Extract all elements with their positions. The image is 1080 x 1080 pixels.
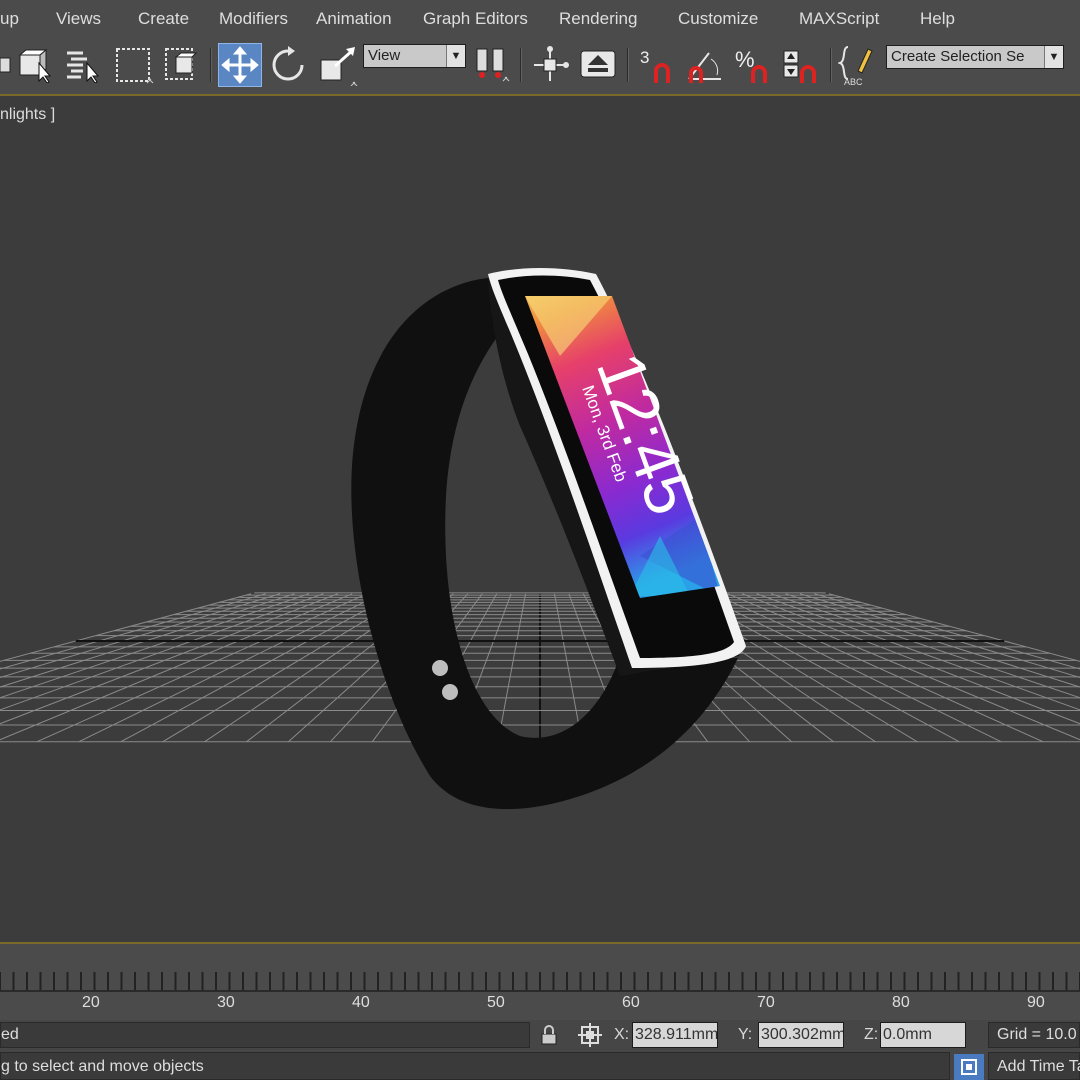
tick-label: 20: [82, 994, 100, 1011]
angle-snap-icon[interactable]: [683, 43, 727, 87]
snaps-toggle-icon[interactable]: 3: [636, 43, 676, 87]
rectangle-selection-icon[interactable]: [113, 43, 155, 87]
named-selection-set-dropdown[interactable]: Create Selection Se ▼: [886, 45, 1064, 69]
y-coord-field[interactable]: 300.302mm: [758, 1022, 844, 1048]
menu-group[interactable]: up: [0, 9, 19, 29]
select-and-rotate-icon[interactable]: [266, 43, 310, 87]
menu-views[interactable]: Views: [56, 9, 101, 29]
prompt-text: g to select and move objects: [1, 1058, 204, 1075]
fitness-band-model: 12:45 Mon, 3rd Feb: [351, 268, 746, 810]
track-bar[interactable]: 20 30 40 50 60 70 80 90: [0, 942, 1080, 1022]
toolbar-separator: [520, 48, 522, 82]
named-selection-set-value: Create Selection Se: [891, 48, 1025, 65]
prompt-line: g to select and move objects: [0, 1052, 950, 1080]
select-filter-icon[interactable]: [0, 43, 12, 87]
toolbar-separator: [627, 48, 629, 82]
chevron-down-icon: ▼: [1044, 46, 1063, 68]
lock-selection-icon[interactable]: [536, 1022, 562, 1048]
pivot-center-icon[interactable]: [473, 43, 513, 87]
menu-maxscript[interactable]: MAXScript: [799, 9, 879, 29]
snap-3d-label: 3: [640, 48, 649, 67]
percent-snap-icon[interactable]: %: [733, 43, 773, 87]
ruler-baseline: [0, 990, 1080, 992]
menu-graph-editors[interactable]: Graph Editors: [423, 9, 528, 29]
menu-bar: up Views Create Modifiers Animation Grap…: [0, 0, 1080, 38]
percent-snap-label: %: [735, 47, 755, 72]
tick-label: 70: [757, 994, 775, 1011]
select-and-scale-icon[interactable]: [316, 43, 360, 87]
menu-animation[interactable]: Animation: [316, 9, 392, 29]
menu-create[interactable]: Create: [138, 9, 189, 29]
tick-label: 60: [622, 994, 640, 1011]
time-ruler: [0, 972, 1080, 992]
home-grid: [0, 592, 1080, 743]
reference-coordinate-value: View: [368, 47, 401, 64]
select-object-icon[interactable]: [17, 43, 53, 87]
menu-modifiers[interactable]: Modifiers: [219, 9, 288, 29]
x-coord-field[interactable]: 328.911mm: [632, 1022, 718, 1048]
keyboard-shortcut-override-icon[interactable]: [578, 43, 618, 87]
window-crossing-icon[interactable]: [162, 43, 202, 87]
edit-named-selection-icon[interactable]: ABC: [838, 43, 878, 87]
spinner-snap-icon[interactable]: [780, 43, 822, 87]
tick-label: 90: [1027, 994, 1045, 1011]
menu-rendering[interactable]: Rendering: [559, 9, 637, 29]
x-coord-label: X:: [614, 1026, 630, 1043]
reference-coordinate-dropdown[interactable]: View ▼: [363, 44, 466, 68]
tick-label: 40: [352, 994, 370, 1011]
y-coord-label: Y:: [738, 1026, 753, 1043]
add-time-tag-button[interactable]: Add Time Ta: [988, 1052, 1080, 1080]
menu-customize[interactable]: Customize: [678, 9, 758, 29]
svg-text:ABC: ABC: [844, 77, 863, 87]
toolbar-separator: [210, 48, 212, 82]
toolbar-separator: [830, 48, 832, 82]
grid-size-text: Grid = 10.0: [997, 1026, 1077, 1043]
selection-status-field: ed: [0, 1022, 530, 1048]
select-and-manipulate-icon[interactable]: [530, 43, 570, 87]
tick-label: 50: [487, 994, 505, 1011]
grid-size-field: Grid = 10.0: [988, 1022, 1080, 1048]
add-time-tag-label: Add Time Ta: [997, 1058, 1080, 1075]
tick-label: 30: [217, 994, 235, 1011]
select-by-name-icon[interactable]: [63, 43, 103, 87]
selection-status-text: ed: [1, 1026, 19, 1043]
status-bar: ed X: 328.911mm Y: 300.302mm Z: 0.0mm Gr…: [0, 1020, 1080, 1080]
time-tag-icon[interactable]: [954, 1054, 984, 1080]
absolute-mode-transform-icon[interactable]: [576, 1022, 604, 1048]
menu-help[interactable]: Help: [920, 9, 955, 29]
chevron-down-icon: ▼: [446, 45, 465, 67]
main-toolbar: View ▼ 3 % ABC Create Selection Se ▼: [0, 38, 1080, 96]
z-coord-field[interactable]: 0.0mm: [880, 1022, 966, 1048]
tick-label: 80: [892, 994, 910, 1011]
z-coord-label: Z:: [864, 1026, 879, 1043]
viewport-scene: 12:45 Mon, 3rd Feb: [0, 268, 1080, 810]
select-and-move-icon[interactable]: [218, 43, 262, 87]
perspective-viewport[interactable]: nlights ] 12:45 Mon, 3rd Feb: [0, 96, 1080, 942]
